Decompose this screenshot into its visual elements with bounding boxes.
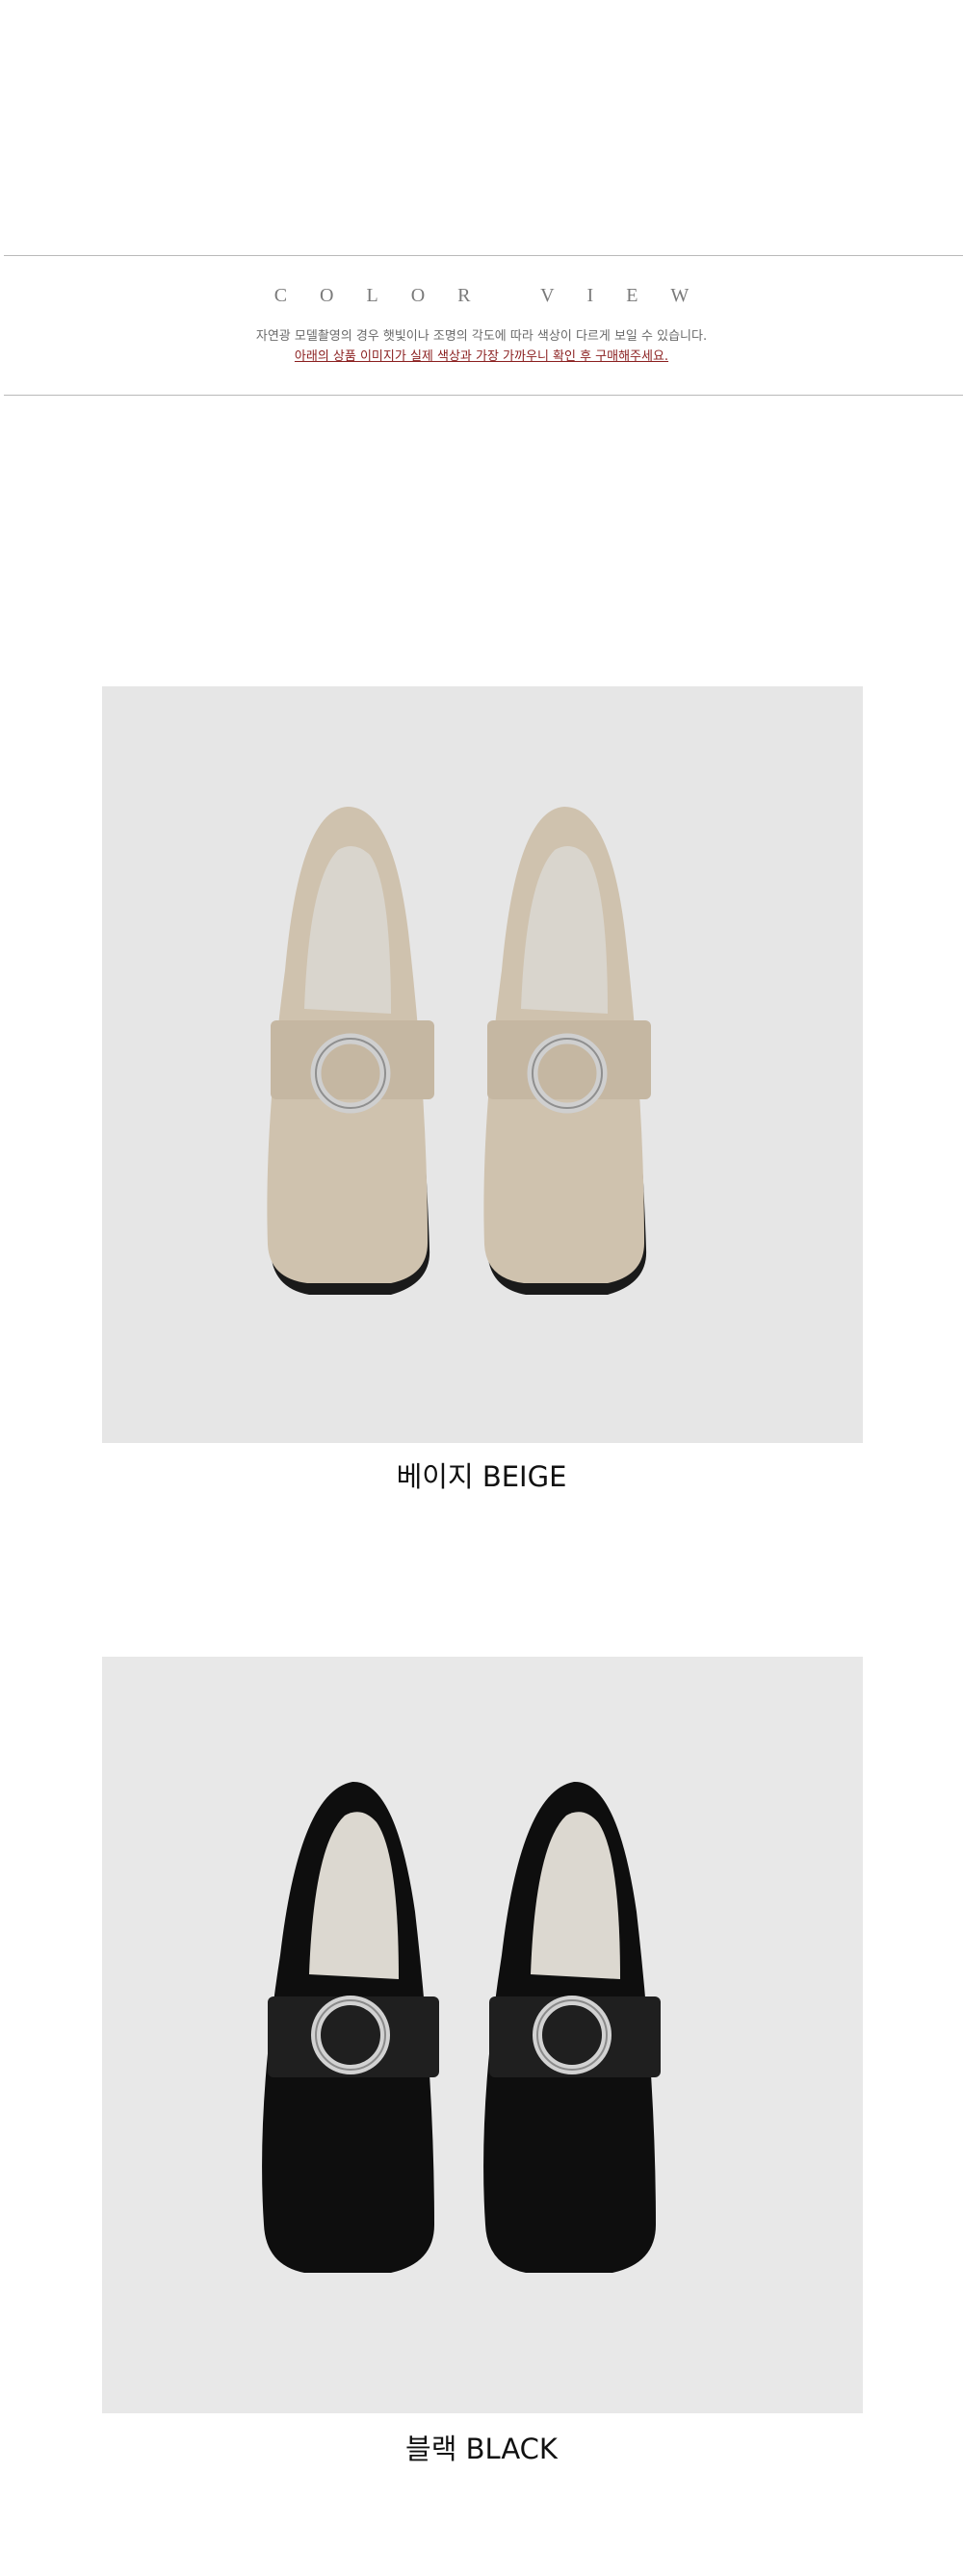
product-photo-beige — [102, 686, 863, 1443]
product-photo-black — [102, 1657, 863, 2413]
caption-black: 블랙 BLACK — [405, 2433, 558, 2465]
lighting-note: 자연광 모델촬영의 경우 햇빛이나 조명의 각도에 따라 색상이 다르게 보일 … — [255, 329, 708, 344]
beige-loafers-illustration — [102, 686, 863, 1443]
color-accuracy-note: 아래의 상품 이미지가 실제 색상과 가장 가까우니 확인 후 구매해주세요. — [294, 349, 669, 364]
black-loafers-illustration — [102, 1657, 863, 2413]
color-view-title: COLOR VIEW — [273, 285, 722, 306]
caption-beige: 베이지 BEIGE — [396, 1460, 567, 1493]
top-divider — [4, 255, 963, 256]
bottom-divider — [4, 395, 963, 396]
